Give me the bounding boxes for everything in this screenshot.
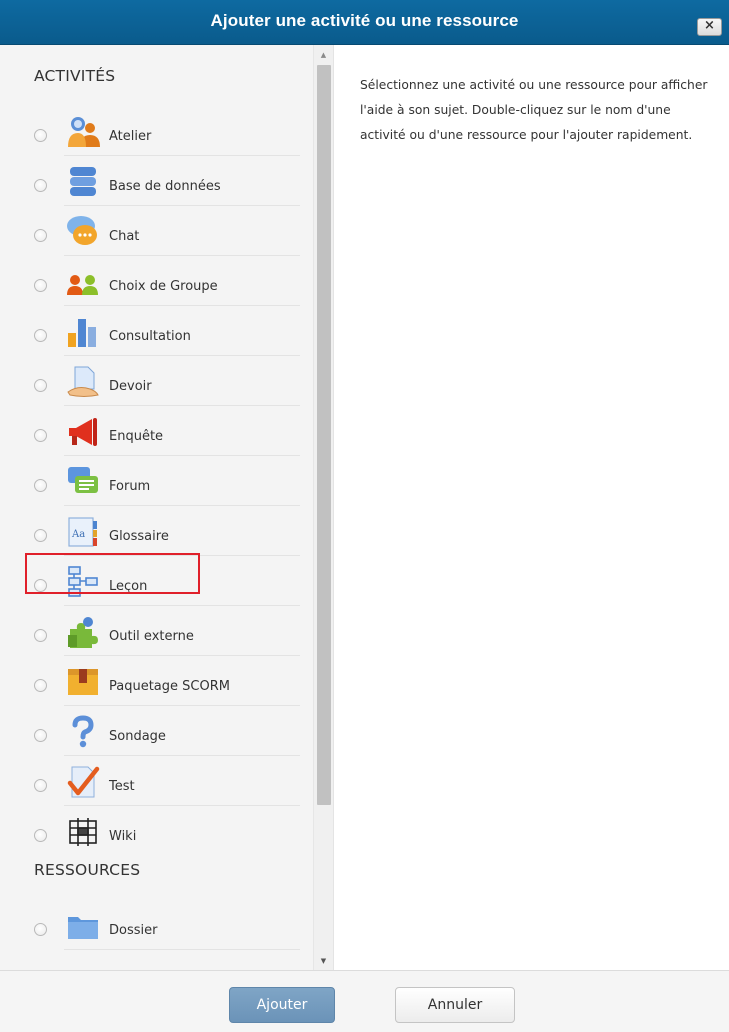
divider: [64, 205, 300, 206]
folder-icon: [66, 909, 100, 943]
option-label: Forum: [109, 479, 151, 494]
radio-base-de-donnees[interactable]: [34, 179, 47, 192]
add-button[interactable]: Ajouter: [229, 987, 335, 1023]
option-label: Choix de Groupe: [109, 279, 218, 294]
lesson-icon: [66, 565, 100, 599]
radio-choix-de-groupe[interactable]: [34, 279, 47, 292]
package-icon: [66, 665, 100, 699]
radio-test[interactable]: [34, 779, 47, 792]
survey-megaphone-icon: [66, 415, 100, 449]
scroll-thumb[interactable]: [317, 65, 331, 805]
divider: [64, 405, 300, 406]
radio-forum[interactable]: [34, 479, 47, 492]
chat-icon: [66, 215, 100, 249]
divider: [64, 755, 300, 756]
option-choix-de-groupe[interactable]: Choix de Groupe: [0, 257, 313, 307]
divider: [64, 505, 300, 506]
workshop-icon: [66, 115, 100, 149]
help-text: Sélectionnez une activité ou une ressour…: [360, 78, 708, 142]
dialog-footer: Ajouter Annuler: [0, 970, 729, 1032]
radio-enquete[interactable]: [34, 429, 47, 442]
option-atelier[interactable]: Atelier: [0, 107, 313, 157]
radio-sondage[interactable]: [34, 729, 47, 742]
cancel-button[interactable]: Annuler: [395, 987, 515, 1023]
radio-lecon[interactable]: [34, 579, 47, 592]
option-label: Atelier: [109, 129, 152, 144]
option-chat[interactable]: Chat: [0, 207, 313, 257]
divider: [64, 355, 300, 356]
database-icon: [66, 165, 100, 199]
divider: [64, 255, 300, 256]
section-label-activities: ACTIVITÉS: [34, 67, 116, 85]
option-devoir[interactable]: Devoir: [0, 357, 313, 407]
divider: [64, 949, 300, 950]
divider: [64, 305, 300, 306]
scroll-up-arrow-icon[interactable]: ▲: [314, 47, 333, 63]
glossary-icon: Aa: [66, 515, 100, 549]
option-label: Chat: [109, 229, 140, 244]
feedback-chart-icon: [66, 315, 100, 349]
help-pane: Sélectionnez une activité ou une ressour…: [333, 45, 729, 970]
option-dossier[interactable]: Dossier: [0, 901, 313, 951]
divider: [64, 605, 300, 606]
option-paquetage-scorm[interactable]: Paquetage SCORM: [0, 657, 313, 707]
divider: [64, 805, 300, 806]
divider: [64, 705, 300, 706]
wiki-icon: [66, 815, 100, 849]
option-label: Test: [109, 779, 135, 794]
option-base-de-donnees[interactable]: Base de données: [0, 157, 313, 207]
option-outil-externe[interactable]: Outil externe: [0, 607, 313, 657]
radio-devoir[interactable]: [34, 379, 47, 392]
radio-outil-externe[interactable]: [34, 629, 47, 642]
puzzle-icon: [66, 615, 100, 649]
svg-text:Aa: Aa: [71, 529, 85, 540]
option-label: Glossaire: [109, 529, 169, 544]
option-label: Outil externe: [109, 629, 194, 644]
radio-chat[interactable]: [34, 229, 47, 242]
assignment-icon: [66, 365, 100, 399]
section-label-resources: RESSOURCES: [34, 861, 141, 879]
divider: [64, 555, 300, 556]
dialog-titlebar: Ajouter une activité ou une ressource ×: [0, 0, 729, 45]
close-button[interactable]: ×: [697, 18, 722, 36]
option-consultation[interactable]: Consultation: [0, 307, 313, 357]
option-glossaire[interactable]: Aa Glossaire: [0, 507, 313, 557]
option-wiki[interactable]: Wiki: [0, 807, 313, 857]
option-forum[interactable]: Forum: [0, 457, 313, 507]
option-label: Consultation: [109, 329, 191, 344]
divider: [64, 655, 300, 656]
option-label: Sondage: [109, 729, 166, 744]
option-test[interactable]: Test: [0, 757, 313, 807]
option-label: Enquête: [109, 429, 164, 444]
option-lecon[interactable]: Leçon: [0, 557, 313, 607]
option-label: Devoir: [109, 379, 152, 394]
option-label: Leçon: [109, 579, 148, 594]
question-icon: [66, 715, 100, 749]
option-enquete[interactable]: Enquête: [0, 407, 313, 457]
option-label: Dossier: [109, 923, 158, 938]
radio-dossier[interactable]: [34, 923, 47, 936]
close-icon: ×: [704, 18, 715, 33]
option-label: Base de données: [109, 179, 221, 194]
options-scrollbar[interactable]: ▲ ▼: [313, 45, 333, 970]
option-sondage[interactable]: Sondage: [0, 707, 313, 757]
add-activity-dialog: Ajouter une activité ou une ressource × …: [0, 0, 729, 1032]
group-choice-icon: [66, 265, 100, 299]
quiz-check-icon: [66, 765, 100, 799]
divider: [64, 155, 300, 156]
options-list[interactable]: ACTIVITÉS Atelier Base de données Chat C…: [0, 45, 313, 970]
radio-paquetage-scorm[interactable]: [34, 679, 47, 692]
dialog-title: Ajouter une activité ou une ressource: [210, 11, 519, 30]
divider: [64, 455, 300, 456]
radio-wiki[interactable]: [34, 829, 47, 842]
radio-atelier[interactable]: [34, 129, 47, 142]
scroll-down-arrow-icon[interactable]: ▼: [314, 953, 333, 969]
forum-icon: [66, 465, 100, 499]
radio-glossaire[interactable]: [34, 529, 47, 542]
option-label: Paquetage SCORM: [109, 679, 230, 694]
option-label: Wiki: [109, 829, 137, 844]
radio-consultation[interactable]: [34, 329, 47, 342]
